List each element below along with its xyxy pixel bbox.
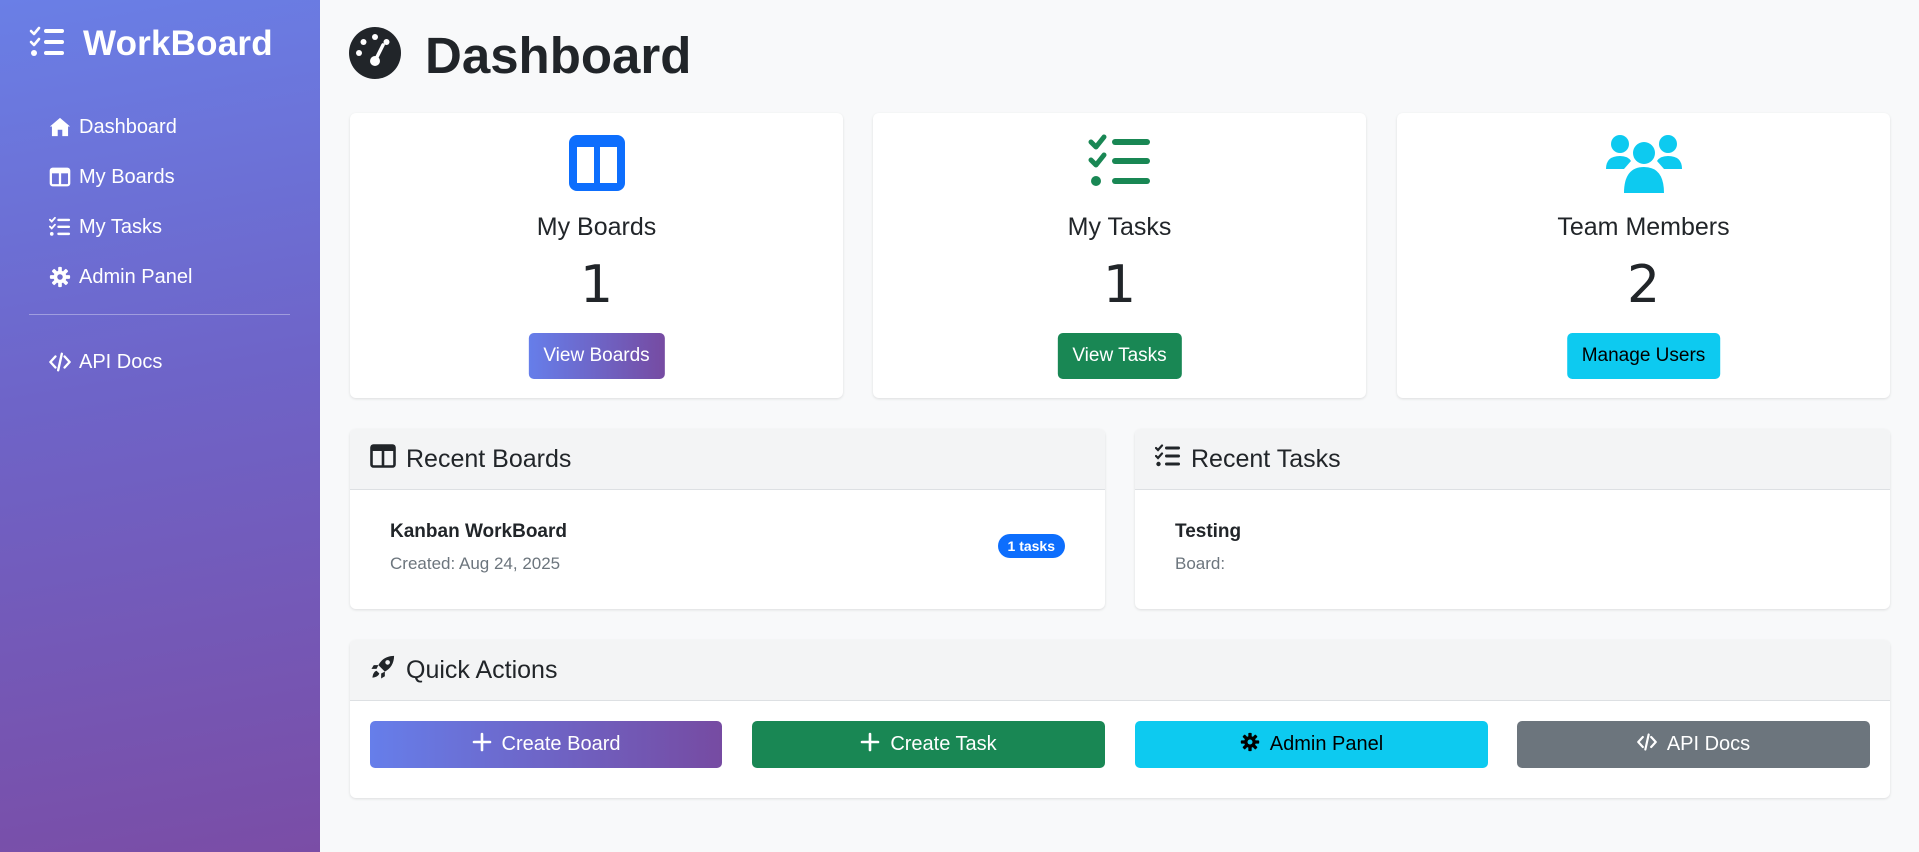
- admin-panel-button[interactable]: Admin Panel: [1135, 721, 1488, 768]
- stat-card-tasks: My Tasks 1 View Tasks: [873, 113, 1366, 398]
- sidebar-nav: Dashboard My Boards My Tasks Admin Panel: [49, 102, 192, 302]
- gear-icon: [1240, 732, 1260, 758]
- sidebar-item-my-boards[interactable]: My Boards: [49, 152, 192, 202]
- stat-value: 2: [1626, 255, 1661, 315]
- tasks-icon: [29, 26, 65, 63]
- sidebar: WorkBoard Dashboard My Boards My Tasks A…: [0, 0, 320, 852]
- panel-title: Quick Actions: [406, 655, 558, 684]
- sidebar-item-label: Admin Panel: [79, 265, 193, 288]
- create-board-button[interactable]: Create Board: [370, 721, 722, 768]
- sidebar-item-dashboard[interactable]: Dashboard: [49, 102, 192, 152]
- recent-tasks-panel: Recent Tasks Testing Board:: [1135, 429, 1890, 609]
- sidebar-item-label: My Tasks: [79, 215, 162, 238]
- tasks-icon: [873, 131, 1366, 195]
- plus-icon: [472, 732, 492, 758]
- recent-boards-panel: Recent Boards Kanban WorkBoard Created: …: [350, 429, 1105, 609]
- stat-label: Team Members: [1557, 213, 1730, 241]
- stat-label: My Boards: [536, 213, 657, 241]
- page-title: Dashboard: [349, 26, 691, 85]
- sidebar-secondary-nav: API Docs: [49, 337, 162, 387]
- sidebar-item-admin-panel[interactable]: Admin Panel: [49, 252, 192, 302]
- list-item[interactable]: Testing Board:: [1175, 521, 1850, 581]
- page-heading: Dashboard: [425, 27, 692, 84]
- panel-title: Recent Boards: [406, 444, 572, 473]
- button-label: API Docs: [1666, 733, 1751, 755]
- board-created-date: Created: Aug 24, 2025: [390, 554, 561, 573]
- columns-icon: [370, 443, 396, 475]
- brand-name: WorkBoard: [83, 24, 273, 63]
- panel-header: Quick Actions: [350, 640, 1890, 701]
- panel-title: Recent Tasks: [1191, 444, 1341, 473]
- sidebar-item-api-docs[interactable]: API Docs: [49, 337, 162, 387]
- manage-users-button[interactable]: Manage Users: [1566, 333, 1721, 379]
- columns-icon: [350, 131, 843, 195]
- panel-header: Recent Tasks: [1135, 429, 1890, 490]
- task-count-badge: 1 tasks: [997, 534, 1065, 558]
- users-icon: [1397, 131, 1890, 195]
- columns-icon: [49, 166, 71, 188]
- task-board: Board:: [1175, 554, 1226, 573]
- create-task-button[interactable]: Create Task: [752, 721, 1105, 768]
- button-label: Create Task: [890, 733, 997, 755]
- stat-value: 1: [579, 255, 614, 315]
- stat-value: 1: [1102, 255, 1137, 315]
- plus-icon: [860, 732, 880, 758]
- api-docs-button[interactable]: API Docs: [1517, 721, 1870, 768]
- button-label: Create Board: [501, 733, 621, 755]
- code-icon: [1636, 732, 1657, 758]
- brand[interactable]: WorkBoard: [29, 24, 273, 64]
- gauge-icon: [349, 27, 401, 84]
- quick-actions-panel: Quick Actions: [350, 640, 1890, 798]
- code-icon: [49, 351, 71, 373]
- panel-header: Recent Boards: [350, 429, 1105, 490]
- sidebar-item-my-tasks[interactable]: My Tasks: [49, 202, 192, 252]
- sidebar-item-label: Dashboard: [79, 115, 177, 138]
- tasks-icon: [49, 216, 71, 238]
- tasks-icon: [1154, 443, 1181, 475]
- sidebar-item-label: API Docs: [79, 350, 163, 373]
- stat-card-boards: My Boards 1 View Boards: [350, 113, 843, 398]
- sidebar-item-label: My Boards: [79, 165, 175, 188]
- stat-card-team: Team Members 2 Manage Users: [1397, 113, 1890, 398]
- task-name: Testing: [1175, 521, 1242, 542]
- home-icon: [49, 116, 71, 138]
- rocket-icon: [370, 655, 396, 686]
- board-name: Kanban WorkBoard: [390, 521, 568, 542]
- button-label: Admin Panel: [1269, 733, 1384, 755]
- list-item[interactable]: Kanban WorkBoard Created: Aug 24, 2025 1…: [390, 521, 1065, 581]
- gear-icon: [49, 266, 71, 288]
- view-tasks-button[interactable]: View Tasks: [1057, 333, 1182, 379]
- sidebar-divider: [29, 314, 290, 315]
- view-boards-button[interactable]: View Boards: [528, 333, 665, 379]
- stat-label: My Tasks: [1067, 213, 1172, 241]
